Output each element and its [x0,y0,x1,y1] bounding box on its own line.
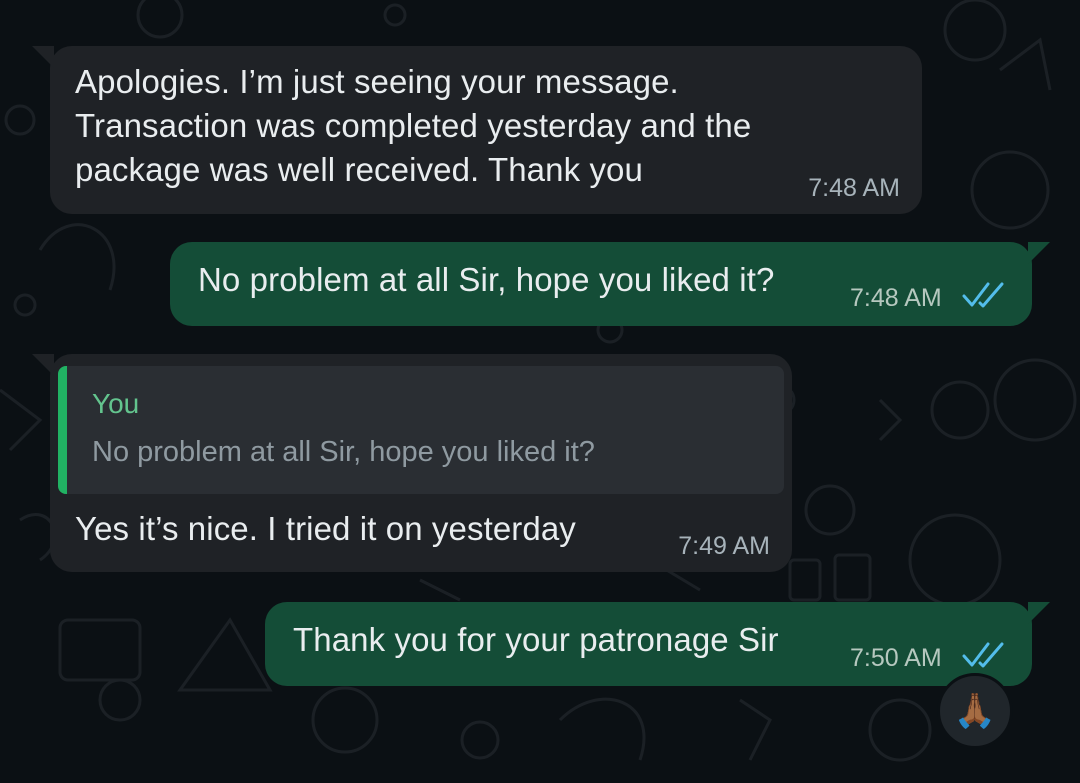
chat-view[interactable]: Apologies. I’m just seeing your message.… [0,0,1080,783]
message-outgoing[interactable]: No problem at all Sir, hope you liked it… [170,242,1050,326]
message-text: No problem at all Sir, hope you liked it… [198,261,775,298]
message-outgoing[interactable]: Thank you for your patronage Sir 7:50 AM [265,602,1050,686]
message-time: 7:48 AM [850,284,942,312]
quoted-text: No problem at all Sir, hope you liked it… [92,436,595,468]
message-time: 7:48 AM [808,174,900,202]
quote-accent-bar [58,366,67,494]
bubble-tail [32,46,54,68]
message-text: Apologies. I’m just seeing your message.… [75,63,752,188]
quoted-author: You [92,388,140,419]
message-text: Thank you for your patronage Sir [293,621,779,658]
message-time: 7:49 AM [678,532,770,560]
message-incoming-reply[interactable]: You No problem at all Sir, hope you like… [32,354,792,572]
quoted-message[interactable]: You No problem at all Sir, hope you like… [58,366,784,494]
message-text: Yes it’s nice. I tried it on yesterday [75,510,576,547]
message-incoming[interactable]: Apologies. I’m just seeing your message.… [32,46,922,214]
double-check-read-icon [962,642,1004,668]
bubble-tail [1028,242,1050,264]
bubble-tail [32,354,54,376]
emoji-reaction[interactable]: 🙏🏾 [937,673,1013,749]
bubble-tail [1028,602,1050,624]
double-check-read-icon [962,282,1004,308]
message-time: 7:50 AM [850,644,942,672]
